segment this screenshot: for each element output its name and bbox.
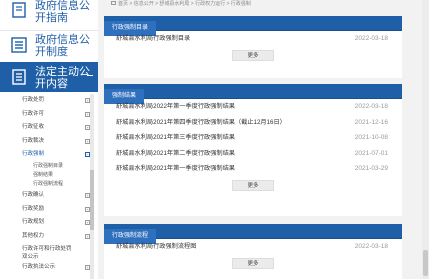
- breadcrumb-text[interactable]: 首页 > 信息公开 > 舒城县水利局 > 行政权力运行 > 行政强制: [118, 1, 251, 7]
- more-button[interactable]: 更多: [232, 179, 274, 191]
- list-item-title[interactable]: 舒城县水利局行政强制流程图: [116, 243, 196, 250]
- sidebar-item-label: 行政处罚: [22, 97, 45, 103]
- list-item-date: 2022-03-18: [354, 35, 388, 42]
- list-item[interactable]: 舒城县水利局行政强制流程图 2022-03-18: [104, 239, 402, 255]
- list-item-title[interactable]: 舒城县水利局2021年第四季度行政强制结果（截止12月16日）: [116, 119, 286, 126]
- list-item-title[interactable]: 舒城县水利局2022年第一季度行政强制结果: [116, 103, 235, 110]
- page-scrollbar[interactable]: [422, 0, 429, 279]
- list-item-title[interactable]: 舒城县水利局行政强制目录: [116, 35, 190, 42]
- document-list-icon: [12, 69, 26, 85]
- list-item[interactable]: 舒城县水利局2022年第一季度行政强制结果 2022-03-18: [104, 99, 402, 115]
- sidebar-item-label: 其他权力: [22, 232, 45, 239]
- sidebar-item-law-enforcement[interactable]: 行政执法公示 +: [0, 261, 98, 275]
- list-item-date: 2021-10-08: [354, 134, 388, 141]
- sidebar-subitem-process[interactable]: 行政强制流程: [0, 180, 98, 189]
- panel-header: 行政强制目录: [104, 16, 402, 36]
- sidebar-guide[interactable]: 政府信息公开指南: [0, 0, 98, 28]
- panel-header: 行政强制流程: [104, 224, 402, 244]
- sidebar-item-other-powers[interactable]: 其他权力 +: [0, 230, 98, 244]
- sidebar-item-label: 行政奖励: [22, 205, 45, 212]
- more-button[interactable]: 更多: [232, 49, 274, 61]
- sidebar-item-label: 行政强制: [22, 151, 45, 158]
- sidebar-item-confirmation[interactable]: 行政确认 +: [0, 189, 98, 203]
- document-icon: [12, 2, 26, 18]
- panel-process: 行政强制流程 舒城县水利局行政强制流程图 2022-03-18 更多: [104, 224, 402, 279]
- sidebar-item-dual-publicity[interactable]: 行政许可和行政处罚双公示: [0, 243, 98, 261]
- sidebar-item-label: 行政许可: [22, 110, 45, 117]
- home-icon[interactable]: [111, 1, 116, 5]
- sidebar-item-label: 行政确认: [22, 191, 45, 198]
- sidebar: 政府信息公开指南 政府信息公开制度 法定主动公开内容 行政处罚 + 行政许可 +: [0, 0, 98, 279]
- sidebar-item-license[interactable]: 行政许可 +: [0, 108, 98, 122]
- panel-results: 强制结果 舒城县水利局2022年第一季度行政强制结果 2022-03-18 舒城…: [104, 84, 402, 216]
- page-scroll-thumb[interactable]: [423, 250, 428, 276]
- sidebar-item-planning[interactable]: 行政规划 +: [0, 216, 98, 230]
- sidebar-system[interactable]: 政府信息公开制度: [0, 30, 98, 60]
- list-item-date: 2021-12-16: [354, 118, 388, 126]
- sidebar-active-category[interactable]: 法定主动公开内容: [0, 62, 98, 92]
- list-item[interactable]: 舒城县水利局2021年第四季度行政强制结果（截止12月16日） 2021-12-…: [104, 115, 402, 131]
- sidebar-item-ruling[interactable]: 行政裁决 +: [0, 135, 98, 149]
- panel-header: 强制结果: [104, 84, 402, 104]
- list-item-date: 2022-03-18: [354, 243, 388, 250]
- sidebar-item-enforcement[interactable]: 行政强制 −: [0, 148, 98, 162]
- list-item[interactable]: 舒城县水利局2021年第二季度行政强制结果 2021-07-01: [104, 146, 402, 162]
- sidebar-item-label: 行政规划: [22, 219, 45, 226]
- sidebar-item-label: 行政执法公示: [22, 264, 56, 271]
- sidebar-subitem-results[interactable]: 强制结果: [0, 171, 98, 180]
- sidebar-item-label: 行政裁决: [22, 137, 45, 144]
- sidebar-item-penalty[interactable]: 行政处罚 +: [0, 94, 98, 108]
- sidebar-list: 行政处罚 + 行政许可 + 行政征收 + 行政裁决 + 行政强制 − 行政强制目…: [0, 94, 98, 275]
- list-item-title[interactable]: 舒城县水利局2021年第三季度行政强制结果: [116, 134, 235, 141]
- sidebar-guide-label: 政府信息公开指南: [35, 0, 90, 24]
- sidebar-item-reward[interactable]: 行政奖励 +: [0, 203, 98, 217]
- list-item-date: 2022-03-18: [354, 103, 388, 110]
- list-item-date: 2021-03-29: [354, 165, 388, 172]
- list-item-date: 2021-07-01: [354, 149, 388, 157]
- breadcrumb: 首页 > 信息公开 > 舒城县水利局 > 行政权力运行 > 行政强制: [111, 0, 251, 9]
- main-content: 首页 > 信息公开 > 舒城县水利局 > 行政权力运行 > 行政强制 行政强制目…: [102, 0, 429, 279]
- sidebar-system-label: 政府信息公开制度: [35, 34, 90, 58]
- sidebar-item-label: 行政征收: [22, 124, 45, 131]
- sidebar-scroll-thumb[interactable]: [90, 170, 94, 230]
- list-item-title[interactable]: 舒城县水利局2021年第二季度行政强制结果: [116, 150, 235, 157]
- panel-directory: 行政强制目录 舒城县水利局行政强制目录 2022-03-18 更多: [104, 16, 402, 78]
- collapse-icon: [87, 75, 93, 76]
- sidebar-item-label: 行政许可和行政处罚双公示: [22, 246, 72, 261]
- more-button[interactable]: 更多: [232, 257, 274, 269]
- list-item[interactable]: 舒城县水利局行政强制目录 2022-03-18: [104, 31, 402, 47]
- sidebar-item-levy[interactable]: 行政征收 +: [0, 121, 98, 135]
- list-item-title[interactable]: 舒城县水利局2021年第一季度行政强制结果: [116, 165, 235, 172]
- list-item[interactable]: 舒城县水利局2021年第三季度行政强制结果 2021-10-08: [104, 130, 402, 146]
- sidebar-subitem-directory[interactable]: 行政强制目录: [0, 162, 98, 171]
- list-icon: [11, 37, 27, 53]
- list-item[interactable]: 舒城县水利局2021年第一季度行政强制结果 2021-03-29: [104, 161, 402, 177]
- sidebar-active-label: 法定主动公开内容: [35, 66, 90, 90]
